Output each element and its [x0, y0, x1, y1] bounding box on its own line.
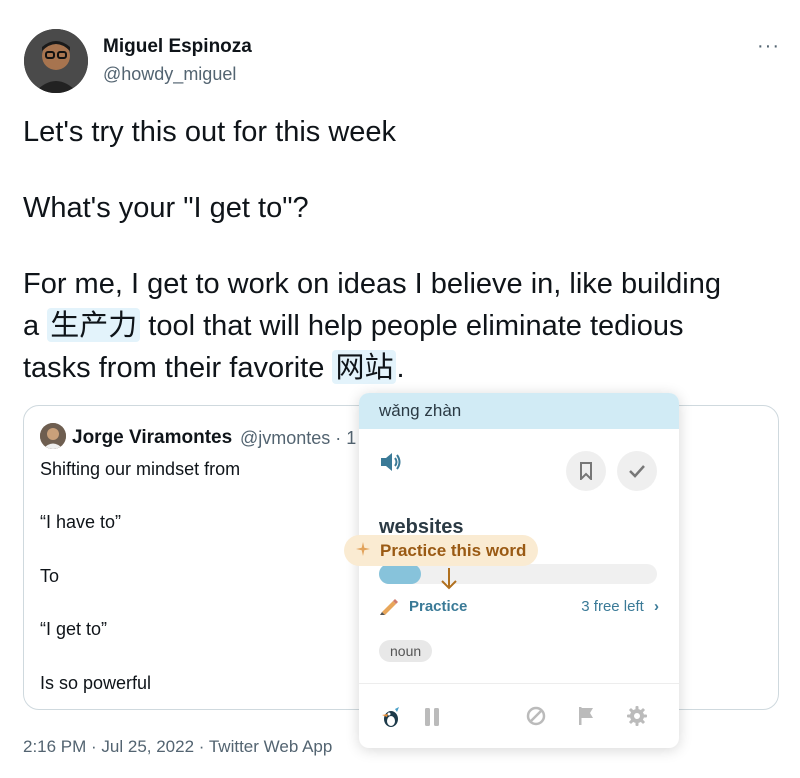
tweet-text: Let's try this out for this week What's …	[23, 112, 783, 389]
quoted-text-line: To	[40, 566, 60, 586]
quoted-avatar[interactable]	[40, 423, 66, 449]
quoted-text-line: Shifting our mindset from	[40, 459, 241, 479]
tweet-timestamp[interactable]: 2:16 PM · Jul 25, 2022 · Twitter Web App	[23, 737, 332, 757]
speaker-icon[interactable]	[379, 451, 403, 478]
tweet-line: What's your "I get to"?	[23, 192, 309, 224]
tweet-line: Let's try this out for this week	[23, 116, 397, 148]
practice-link[interactable]: Practice	[409, 598, 467, 615]
quoted-text-line: Is so powerful	[40, 673, 152, 693]
dictionary-popup: wǎng zhàn websites Practice 3 free left …	[359, 393, 679, 748]
bookmark-icon[interactable]	[566, 451, 606, 491]
practice-callout[interactable]: Practice this word	[344, 535, 539, 566]
arrow-down-icon	[440, 567, 458, 596]
highlighted-word[interactable]: 网站	[332, 350, 397, 384]
check-icon[interactable]	[617, 451, 657, 491]
sparkle-icon	[356, 541, 370, 561]
highlighted-word[interactable]: 生产力	[47, 308, 141, 342]
tweet-line: tasks from their favorite 网站.	[23, 350, 405, 384]
practice-progress-bar	[379, 564, 657, 584]
pinyin: wǎng zhàn	[359, 393, 679, 429]
quoted-text-line: “I have to”	[40, 512, 122, 532]
author-avatar[interactable]	[24, 29, 88, 93]
pencil-icon	[379, 597, 399, 620]
more-icon[interactable]: ···	[757, 36, 780, 56]
quoted-text-line: “I get to”	[40, 619, 108, 639]
pause-icon[interactable]	[423, 707, 441, 732]
tweet-line: For me, I get to work on ideas I believe…	[23, 268, 721, 300]
quoted-author-name[interactable]: Jorge Viramontes	[72, 427, 232, 449]
callout-label: Practice this word	[380, 540, 527, 560]
free-left-link[interactable]: 3 free left ›	[581, 598, 659, 615]
author-name[interactable]: Miguel Espinoza	[103, 36, 252, 58]
flag-icon[interactable]	[577, 706, 595, 731]
divider	[359, 683, 679, 684]
gear-icon[interactable]	[627, 706, 647, 731]
chevron-right-icon: ›	[654, 598, 659, 615]
part-of-speech-badge: noun	[379, 640, 433, 662]
bird-icon[interactable]	[379, 705, 403, 734]
tweet-line: a 生产力 tool that will help people elimina…	[23, 308, 684, 342]
author-handle[interactable]: @howdy_miguel	[103, 64, 236, 85]
quoted-author-handle[interactable]: @jvmontes · 1	[240, 428, 356, 449]
block-icon[interactable]	[526, 706, 546, 731]
progress-fill	[379, 564, 421, 584]
